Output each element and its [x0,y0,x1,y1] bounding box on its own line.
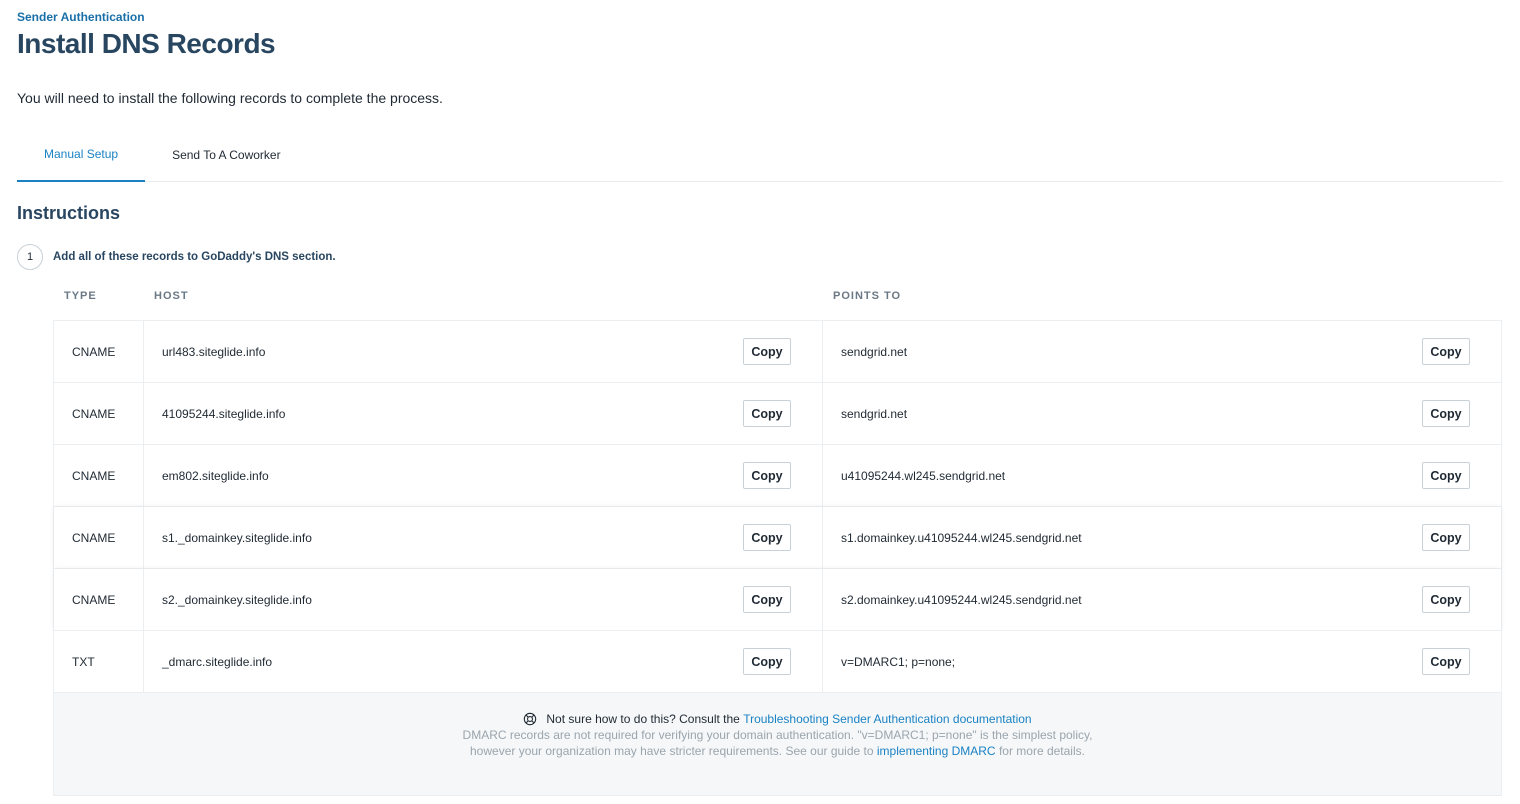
copy-points-to-button[interactable]: Copy [1422,648,1470,675]
column-header-points-to: POINTS TO [833,290,902,302]
help-prefix-text: Not sure how to do this? Consult the [546,712,740,726]
dns-records-table: CNAME url483.siteglide.info Copy sendgri… [53,320,1502,796]
record-points-to: v=DMARC1; p=none; [841,654,956,669]
record-host: em802.siteglide.info [162,468,269,483]
copy-points-to-button[interactable]: Copy [1422,462,1470,489]
copy-host-button[interactable]: Copy [743,648,791,675]
column-header-type: TYPE [64,290,97,302]
eyebrow-breadcrumb: Sender Authentication [17,10,145,24]
tab-send-to-coworker[interactable]: Send To A Coworker [145,128,308,182]
record-points-to: sendgrid.net [841,406,908,421]
record-host: s2._domainkey.siteglide.info [162,592,312,607]
table-row: CNAME s1._domainkey.siteglide.info Copy … [54,507,1501,569]
step-number-badge: 1 [17,244,43,270]
record-points-to: u41095244.wl245.sendgrid.net [841,468,1006,483]
record-host: s1._domainkey.siteglide.info [162,530,312,545]
copy-points-to-button[interactable]: Copy [1422,338,1470,365]
points-to-cell: s1.domainkey.u41095244.wl245.sendgrid.ne… [823,507,1501,568]
table-row: CNAME url483.siteglide.info Copy sendgri… [54,321,1501,383]
copy-points-to-button[interactable]: Copy [1422,400,1470,427]
table-row: CNAME em802.siteglide.info Copy u4109524… [54,445,1501,507]
record-points-to: sendgrid.net [841,344,908,359]
points-to-cell: s2.domainkey.u41095244.wl245.sendgrid.ne… [823,569,1501,630]
host-cell: s2._domainkey.siteglide.info Copy [144,569,823,630]
page-title: Install DNS Records [17,28,276,59]
copy-points-to-button[interactable]: Copy [1422,524,1470,551]
help-footer: Not sure how to do this? Consult the Tro… [54,693,1501,795]
page-lead-text: You will need to install the following r… [17,90,443,106]
record-type: CNAME [54,445,144,506]
copy-host-button[interactable]: Copy [743,462,791,489]
host-cell: s1._domainkey.siteglide.info Copy [144,507,823,568]
tab-manual-setup[interactable]: Manual Setup [17,128,146,182]
troubleshooting-docs-link[interactable]: Troubleshooting Sender Authentication do… [743,712,1031,726]
dmarc-note-suffix: for more details. [998,744,1085,758]
host-cell: url483.siteglide.info Copy [144,321,823,382]
record-points-to: s1.domainkey.u41095244.wl245.sendgrid.ne… [841,530,1082,545]
instructions-title: Instructions [17,203,121,223]
instruction-step: 1 Add all of these records to GoDaddy's … [17,244,336,270]
host-cell: _dmarc.siteglide.info Copy [144,631,823,692]
record-host: 41095244.siteglide.info [162,406,286,421]
copy-host-button[interactable]: Copy [743,400,791,427]
points-to-cell: u41095244.wl245.sendgrid.net Copy [823,445,1501,506]
help-line: Not sure how to do this? Consult the Tro… [523,712,1032,726]
lifebuoy-icon [524,712,537,726]
record-points-to: s2.domainkey.u41095244.wl245.sendgrid.ne… [841,592,1082,607]
record-type: CNAME [54,383,144,444]
tab-bar: Manual Setup Send To A Coworker [17,128,1503,182]
implementing-dmarc-link[interactable]: implementing DMARC [877,744,996,758]
copy-host-button[interactable]: Copy [743,586,791,613]
dmarc-note: DMARC records are not required for verif… [458,727,1098,759]
record-type: CNAME [54,321,144,382]
host-cell: 41095244.siteglide.info Copy [144,383,823,444]
table-row: TXT _dmarc.siteglide.info Copy v=DMARC1;… [54,631,1501,693]
record-type: CNAME [54,569,144,630]
points-to-cell: v=DMARC1; p=none; Copy [823,631,1501,692]
host-cell: em802.siteglide.info Copy [144,445,823,506]
copy-host-button[interactable]: Copy [743,338,791,365]
points-to-cell: sendgrid.net Copy [823,383,1501,444]
table-row: CNAME 41095244.siteglide.info Copy sendg… [54,383,1501,445]
record-type: CNAME [54,507,144,568]
record-host: url483.siteglide.info [162,344,266,359]
record-type: TXT [54,631,144,692]
table-row: CNAME s2._domainkey.siteglide.info Copy … [54,569,1501,631]
points-to-cell: sendgrid.net Copy [823,321,1501,382]
step-text: Add all of these records to GoDaddy's DN… [53,251,336,263]
copy-points-to-button[interactable]: Copy [1422,586,1470,613]
column-header-host: HOST [154,290,189,302]
record-host: _dmarc.siteglide.info [162,654,273,669]
copy-host-button[interactable]: Copy [743,524,791,551]
